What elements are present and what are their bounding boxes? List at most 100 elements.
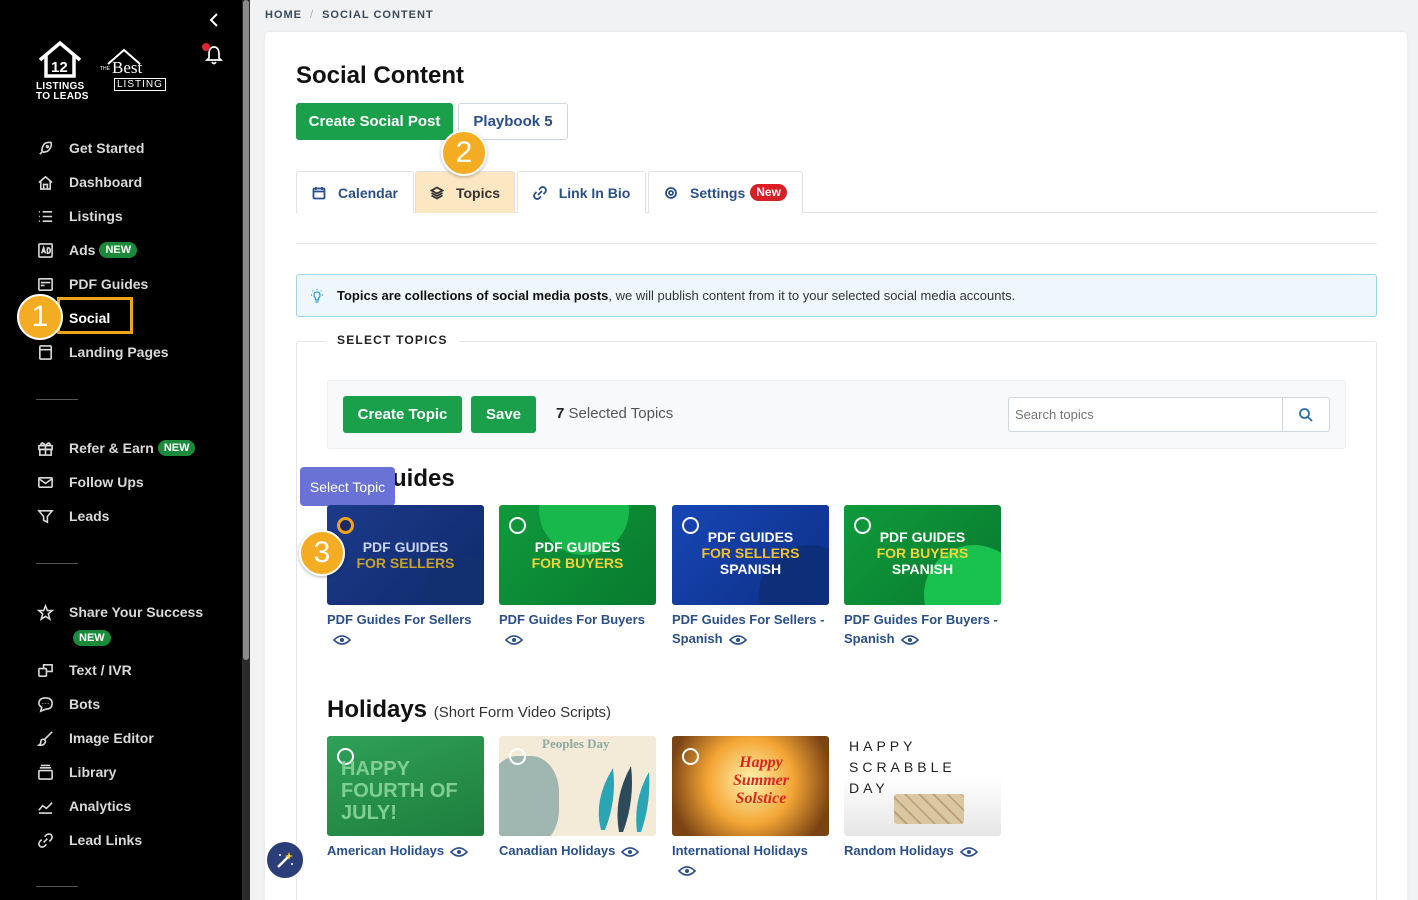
eye-icon[interactable] [678,865,696,877]
topic-name-link[interactable]: PDF Guides For Buyers [499,612,645,627]
logo-the: THE [100,66,110,72]
sidebar-scrollbar[interactable] [242,0,250,900]
select-topic-radio[interactable] [509,748,526,765]
breadcrumb-home[interactable]: HOME [265,9,302,21]
topic-name-link[interactable]: PDF Guides For Sellers [327,612,472,627]
select-topic-radio[interactable] [682,748,699,765]
sidebar-item-leads[interactable]: Leads [34,504,109,528]
topic-name-link[interactable]: American Holidays [327,843,444,858]
tab-label: Link In Bio [558,184,631,201]
sidebar-item-landing-pages[interactable]: Landing Pages [34,340,169,364]
sidebar-divider [36,886,78,887]
logo-listing: LISTING [114,78,166,91]
topic-thumb-canadian-holidays[interactable]: Peoples Day [499,736,656,836]
eye-icon[interactable] [900,634,919,646]
topic-caption[interactable]: International Holidays [672,841,832,879]
tab-link-in-bio[interactable]: Link In Bio [517,171,646,213]
eye-icon[interactable] [450,846,469,858]
sidebar-item-image-editor[interactable]: Image Editor [34,726,154,750]
search-button[interactable] [1282,397,1330,432]
eye-icon[interactable] [333,634,351,646]
social-highlight-box [57,297,133,334]
sidebar-item-label: Dashboard [69,174,143,190]
chat-icon [34,661,56,679]
topic-name-link[interactable]: Random Holidays [844,843,954,858]
sidebar-item-lead-links[interactable]: Lead Links [34,828,142,852]
step-marker-1: 1 [17,294,63,340]
topic-thumb-pdf-sellers-spanish[interactable]: PDF GUIDES FOR SELLERS SPANISH [672,505,829,605]
landing-page-icon [34,343,56,361]
step-marker-2: 2 [441,130,487,176]
link-icon [34,831,56,849]
assistant-fab[interactable] [265,840,305,880]
rocket-icon [34,139,56,157]
eye-icon[interactable] [505,634,523,646]
select-topic-radio[interactable] [509,517,526,534]
sidebar-item-pdf-guides[interactable]: PDF Guides [34,272,148,296]
sidebar-item-text-ivr[interactable]: Text / IVR [34,658,132,682]
search-topics-input[interactable] [1008,397,1283,432]
tab-calendar[interactable]: Calendar [296,171,414,213]
select-topic-radio[interactable] [337,517,354,534]
share-success-badge-row: NEW [69,626,111,650]
sidebar-item-label: Bots [69,696,101,712]
sidebar-item-dashboard[interactable]: Dashboard [34,170,142,194]
tab-settings[interactable]: Settings New [648,171,803,213]
scrollbar-thumb[interactable] [243,0,249,660]
thumb-line-1: PDF GUIDES [707,529,794,545]
breadcrumb-separator: / [310,9,315,21]
tab-label: Topics [455,184,501,201]
magic-wand-icon [277,852,293,868]
eye-icon[interactable] [621,846,640,858]
feather-icon [598,766,650,832]
sidebar-item-refer-earn[interactable]: Refer & Earn NEW [34,436,196,460]
topic-thumb-international-holidays[interactable]: Happy Summer Solstice [672,736,829,836]
topic-thumb-random-holidays[interactable]: HAPPY SCRABBLE DAY [844,736,1001,836]
thumb-title: PDF GUIDES FOR SELLERS SPANISH [672,529,829,577]
topic-name-link[interactable]: International Holidays [672,843,808,858]
topic-caption[interactable]: PDF Guides For Sellers - Spanish [672,610,837,648]
sidebar-item-get-started[interactable]: Get Started [34,136,144,160]
link-icon [532,185,547,200]
sidebar-item-bots[interactable]: Bots [34,692,100,716]
topic-caption[interactable]: PDF Guides For Buyers [499,610,659,648]
create-topic-button[interactable]: Create Topic [343,396,462,433]
logo[interactable]: 12 LISTINGS TO LEADS THE Best LISTING [34,40,166,104]
topic-caption[interactable]: PDF Guides For Buyers - Spanish [844,610,1004,648]
topic-caption[interactable]: Canadian Holidays [499,841,664,860]
topic-thumb-american-holidays[interactable]: HAPPY FOURTH OF JULY! [327,736,484,836]
tab-topics[interactable]: Topics [415,171,515,213]
sidebar-divider [36,399,78,400]
topic-name-link[interactable]: PDF Guides For Buyers - Spanish [844,612,998,646]
thumb-text: HAPPY FOURTH OF JULY! [341,758,458,824]
topic-caption[interactable]: American Holidays [327,841,492,860]
sidebar-item-ads[interactable]: Ads NEW [34,238,138,262]
create-social-post-button[interactable]: Create Social Post [296,103,453,140]
sidebar-item-follow-ups[interactable]: Follow Ups [34,470,144,494]
sidebar-item-share-your-success[interactable]: Share Your Success [34,600,203,624]
sidebar-item-library[interactable]: Library [34,760,116,784]
info-text: , we will publish content from it to you… [608,288,1016,303]
topic-name-link[interactable]: PDF Guides For Sellers - Spanish [672,612,824,646]
topic-thumb-pdf-sellers[interactable]: PDF GUIDES FOR SELLERS [327,505,484,605]
sidebar-item-label: Image Editor [69,730,154,746]
selected-count-label: Selected Topics [564,405,674,422]
ad-icon [34,241,56,259]
topic-thumb-pdf-buyers-spanish[interactable]: PDF GUIDES FOR BUYERS SPANISH [844,505,1001,605]
topic-caption[interactable]: PDF Guides For Sellers [327,610,487,648]
eye-icon[interactable] [959,846,978,858]
topic-caption[interactable]: Random Holidays [844,841,1004,860]
pdf-icon [34,275,56,293]
chevron-left-icon[interactable] [205,10,223,30]
topic-thumb-pdf-buyers[interactable]: PDF GUIDES FOR BUYERS [499,505,656,605]
thumb-text: Peoples Day [542,736,610,751]
sidebar-item-listings[interactable]: Listings [34,204,123,228]
sidebar: 12 LISTINGS TO LEADS THE Best LISTING Ge… [0,0,242,900]
sidebar-item-analytics[interactable]: Analytics [34,794,131,818]
thumb-line-2: FOR SELLERS [701,545,800,561]
eye-icon[interactable] [728,634,747,646]
sidebar-item-label: Follow Ups [69,474,144,490]
topic-name-link[interactable]: Canadian Holidays [499,843,615,858]
save-button[interactable]: Save [471,396,536,433]
select-topic-tooltip: Select Topic [300,467,395,513]
